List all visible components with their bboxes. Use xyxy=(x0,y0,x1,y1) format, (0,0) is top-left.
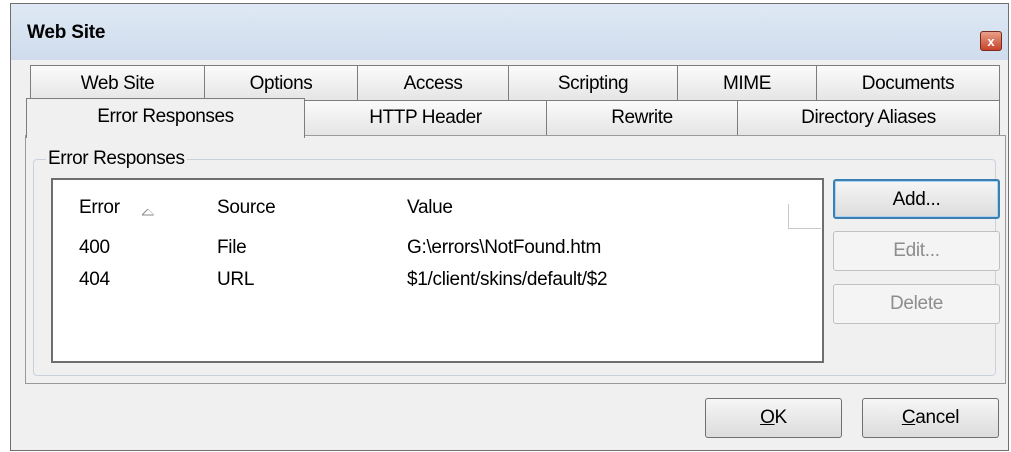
row-400-source[interactable]: File xyxy=(217,237,247,259)
cancel-label: ancel xyxy=(915,407,960,428)
cancel-mnemonic: C xyxy=(901,407,916,428)
row-400-value[interactable]: G:\errors\NotFound.htm xyxy=(407,237,601,259)
tab-options[interactable]: Options xyxy=(204,65,358,102)
row-400-error[interactable]: 400 xyxy=(79,237,110,259)
row-404-source[interactable]: URL xyxy=(217,269,254,291)
close-icon[interactable]: x xyxy=(980,31,1002,51)
cancel-button[interactable]: Cancel xyxy=(862,398,999,438)
web-site-dialog: Web Site x Web Site Options Access Scrip… xyxy=(10,3,1009,451)
ok-mnemonic: O xyxy=(760,407,775,428)
delete-button[interactable]: Delete xyxy=(833,284,1000,324)
tab-http-header[interactable]: HTTP Header xyxy=(304,100,547,136)
tab-documents[interactable]: Documents xyxy=(816,65,1000,102)
error-responses-list[interactable]: Error Source Value 400 File G:\errors\No… xyxy=(51,178,824,363)
tab-mime[interactable]: MIME xyxy=(677,65,817,102)
tab-directory-aliases[interactable]: Directory Aliases xyxy=(737,100,1000,136)
row-404-error[interactable]: 404 xyxy=(79,269,110,291)
column-header-source[interactable]: Source xyxy=(217,197,276,219)
column-header-value[interactable]: Value xyxy=(407,197,453,219)
column-header-error[interactable]: Error xyxy=(79,197,120,219)
row-404-value[interactable]: $1/client/skins/default/$2 xyxy=(407,269,608,291)
title-bar[interactable]: Web Site x xyxy=(11,4,1008,60)
tab-rewrite[interactable]: Rewrite xyxy=(546,100,738,136)
tab-web-site[interactable]: Web Site xyxy=(30,65,205,102)
window-title: Web Site xyxy=(27,22,106,43)
add-button[interactable]: Add... xyxy=(833,179,1000,219)
ok-button[interactable]: OK xyxy=(705,398,842,438)
edit-button[interactable]: Edit... xyxy=(833,231,1000,271)
sort-ascending-icon xyxy=(141,208,155,216)
column-divider xyxy=(788,204,821,229)
tab-error-responses[interactable]: Error Responses xyxy=(26,98,305,138)
tab-scripting[interactable]: Scripting xyxy=(508,65,678,102)
group-label: Error Responses xyxy=(46,148,187,170)
ok-label: K xyxy=(774,407,788,428)
tab-access[interactable]: Access xyxy=(357,65,509,102)
